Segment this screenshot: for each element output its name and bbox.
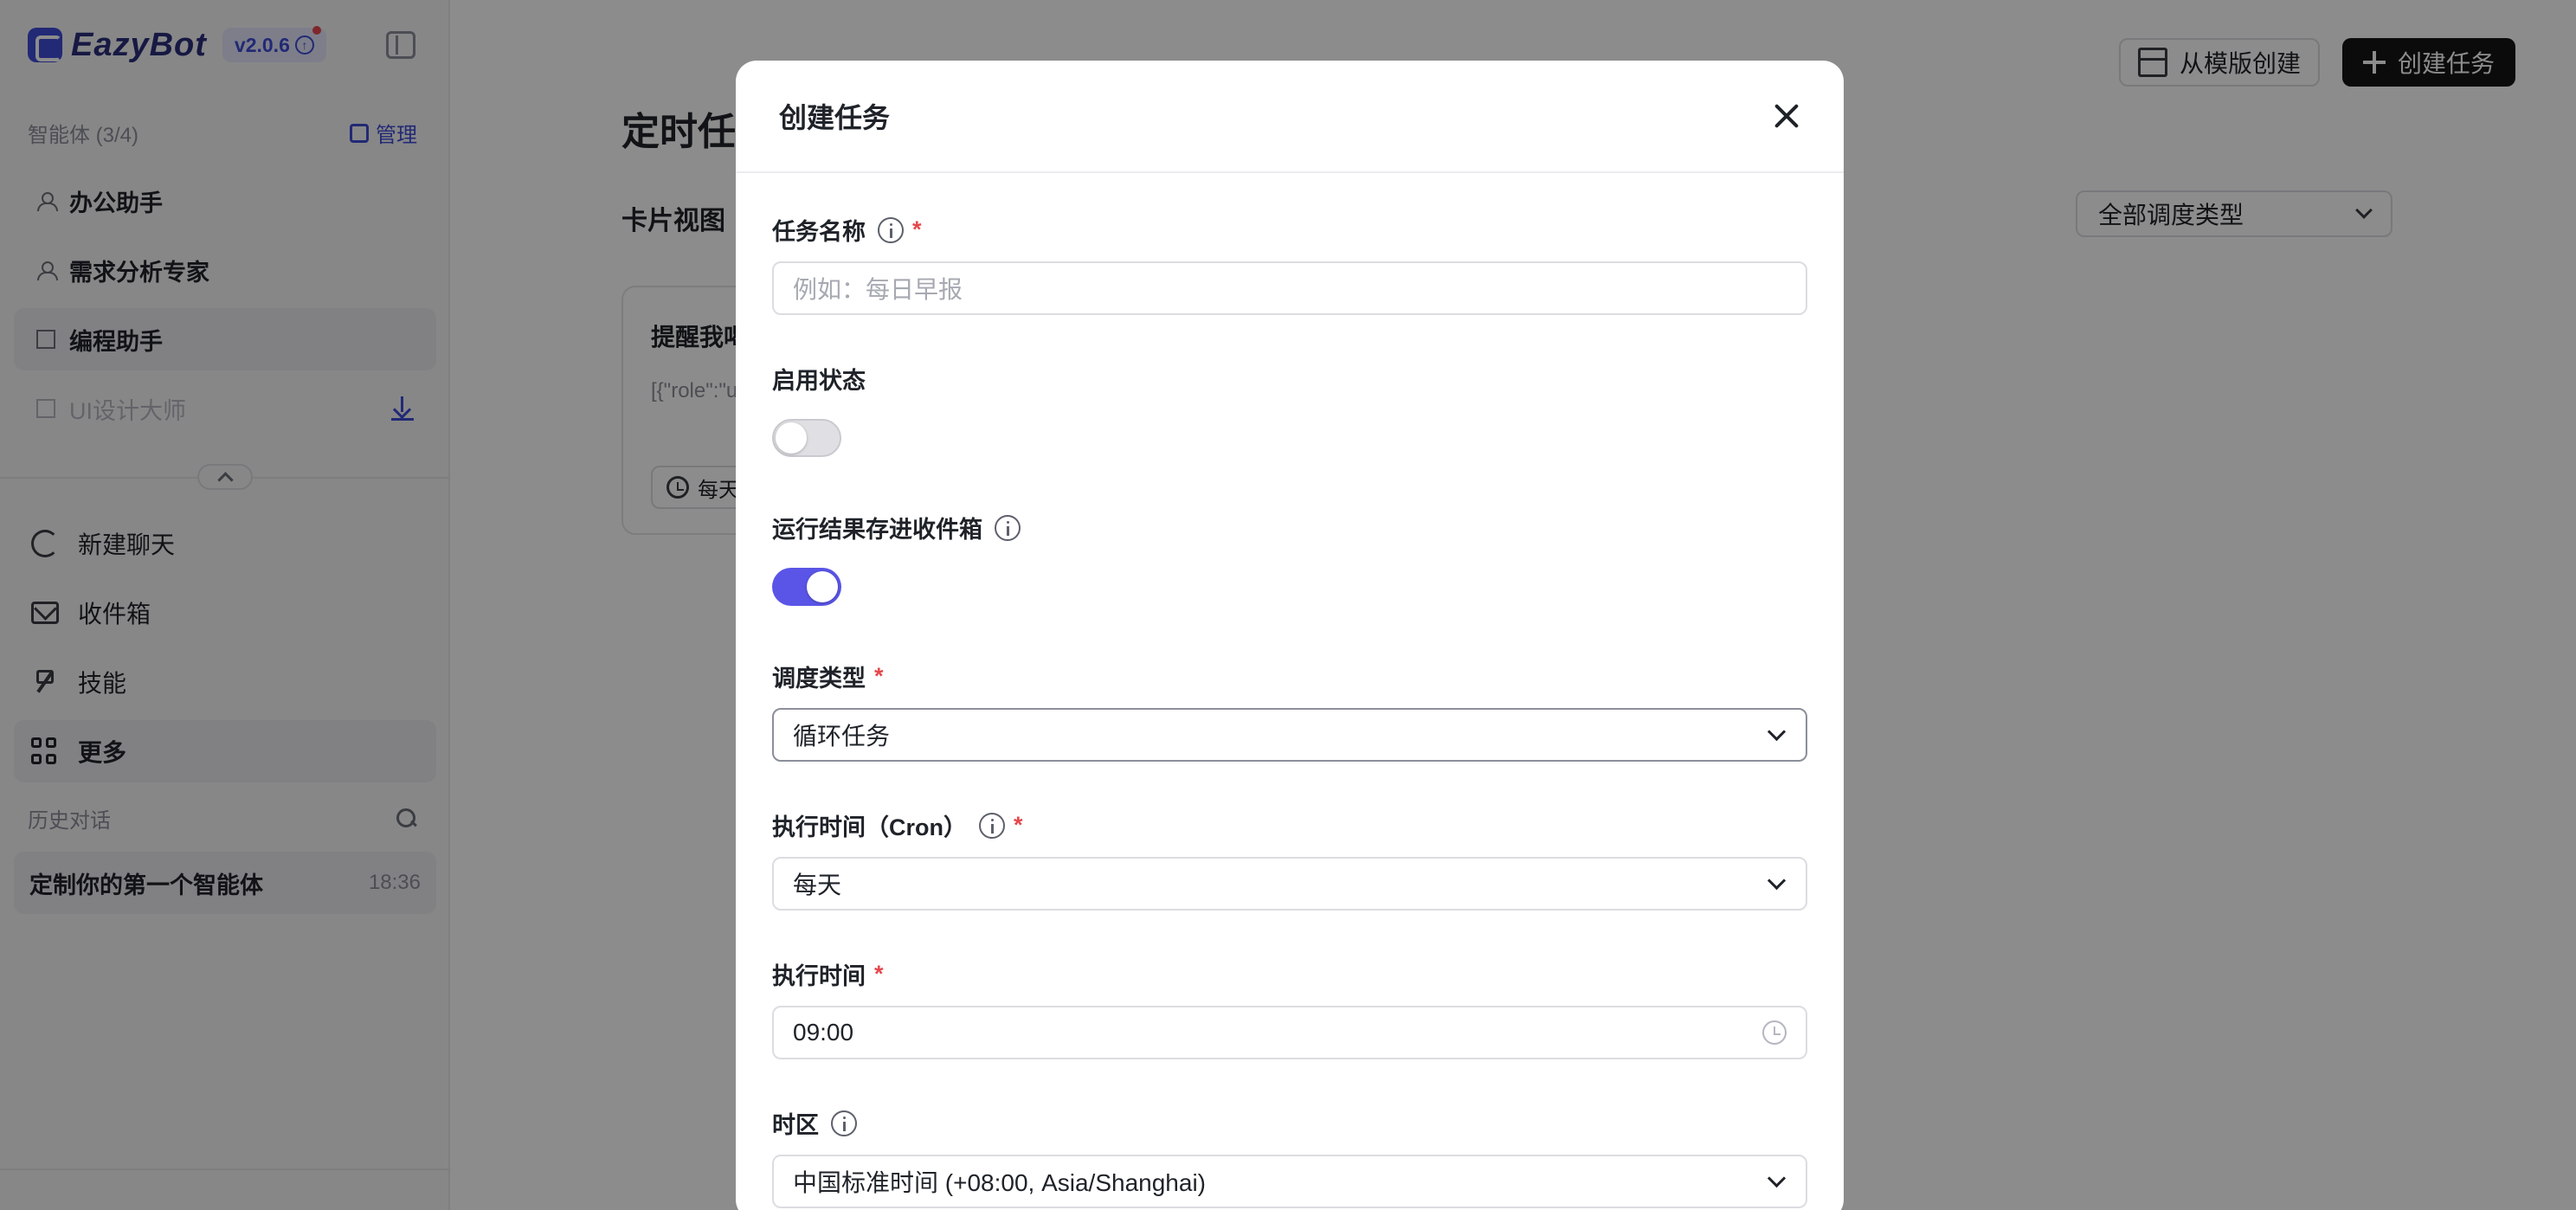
select-value: 中国标准时间 (+08:00, Asia/Shanghai) [793,1169,1206,1196]
toggle-knob [807,571,838,602]
time-value: 09:00 [793,1019,854,1046]
modal-header: 创建任务 [736,61,1844,173]
task-name-label: 任务名称 * [772,213,922,247]
exec-time-picker[interactable]: 09:00 [772,1006,1807,1059]
required-mark: * [874,663,884,689]
required-mark: * [874,961,884,987]
info-icon[interactable] [831,1110,857,1136]
label-text: 启用状态 [772,368,866,394]
close-icon[interactable] [1773,102,1800,130]
select-value: 每天 [793,872,842,898]
modal-title: 创建任务 [779,102,891,133]
select-value: 循环任务 [793,723,891,750]
label-text: 运行结果存进收件箱 [772,517,982,543]
info-icon[interactable] [878,216,904,243]
label-text: 执行时间 [772,963,866,989]
cron-select[interactable]: 每天 [772,857,1807,911]
info-icon[interactable] [995,514,1021,541]
exec-time-label: 执行时间 * [772,957,884,991]
info-icon[interactable] [979,812,1005,839]
schedule-type-select[interactable]: 循环任务 [772,708,1807,762]
required-mark: * [912,216,922,242]
chevron-down-icon [1767,722,1787,741]
label-text: 时区 [772,1112,819,1138]
enable-status-label: 启用状态 [772,362,866,396]
schedule-type-label: 调度类型 * [772,660,884,693]
timezone-label: 时区 [772,1106,857,1140]
save-to-inbox-toggle[interactable] [772,568,841,606]
timezone-select[interactable]: 中国标准时间 (+08:00, Asia/Shanghai) [772,1155,1807,1208]
task-name-input[interactable]: 例如：每日早报 [772,261,1807,315]
chevron-down-icon [1767,1168,1787,1187]
enable-status-toggle[interactable] [772,419,841,457]
label-text: 调度类型 [772,666,866,692]
toggle-knob [776,422,807,454]
create-task-modal: 创建任务 任务名称 * 例如：每日早报 启用状态 运行结果存进收件箱 调度类型 … [736,61,1844,1210]
task-name-placeholder: 例如：每日早报 [793,276,963,303]
label-text: 执行时间（Cron） [772,814,967,840]
cron-label: 执行时间（Cron） * [772,808,1023,842]
save-to-inbox-label: 运行结果存进收件箱 [772,511,1021,544]
clock-icon [1762,1020,1787,1045]
chevron-down-icon [1767,871,1787,890]
required-mark: * [1014,812,1023,838]
label-text: 任务名称 [772,219,866,245]
